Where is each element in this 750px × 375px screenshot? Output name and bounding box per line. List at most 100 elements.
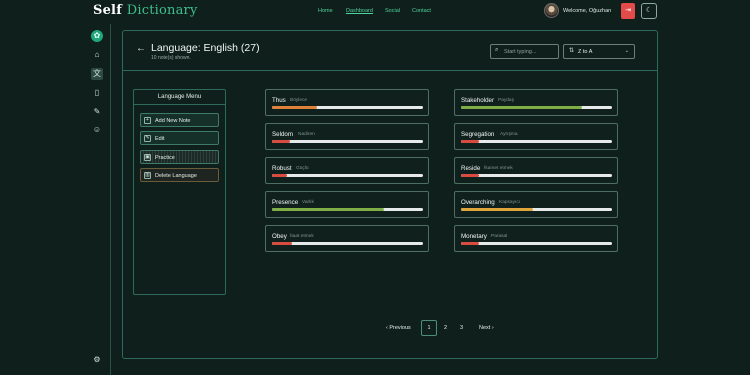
chevron-right-icon: › <box>490 325 494 331</box>
top-nav: Self Dictionary Home Dashboard Social Co… <box>0 0 750 24</box>
previous-page-button[interactable]: ‹ Previous <box>386 325 411 331</box>
language-menu: Language Menu + Add New Note ✎ Edit ▣ Pr… <box>133 89 226 295</box>
back-arrow-icon[interactable]: ← <box>136 43 146 54</box>
note-word: Reside <box>461 165 481 172</box>
search-input[interactable] <box>504 47 556 57</box>
note-card[interactable]: Segregation Ayrışma <box>454 123 618 150</box>
practice-icon: ▣ <box>144 154 151 161</box>
settings-icon[interactable]: ⚙ <box>91 354 103 366</box>
note-translation: İtaat etmek <box>290 234 314 239</box>
user-icon[interactable]: ☺ <box>91 124 103 136</box>
nav-link-home[interactable]: Home <box>318 8 333 14</box>
note-word: Seldom <box>272 131 293 138</box>
progress-track <box>461 174 612 177</box>
progress-fill <box>272 242 292 245</box>
next-label: Next <box>479 325 491 331</box>
sort-icon: ⇅ <box>569 48 575 54</box>
panel-header: ← Language: English (27) 10 note(s) show… <box>123 31 657 71</box>
progress-fill <box>461 140 480 143</box>
page-button-1[interactable]: 1 <box>421 320 437 336</box>
theme-toggle-button[interactable]: ☾ <box>641 3 657 19</box>
sort-select[interactable]: ⇅ Z to A ⌄ <box>563 44 635 59</box>
edit-button[interactable]: ✎ Edit <box>140 131 219 145</box>
note-card[interactable]: Seldom Nadiren <box>265 123 429 150</box>
progress-fill <box>461 242 480 245</box>
progress-track <box>461 140 612 143</box>
sidebar-logo-icon[interactable]: ✿ <box>91 30 103 42</box>
practice-button[interactable]: ▣ Practice <box>140 150 219 164</box>
progress-track <box>461 208 612 211</box>
note-card[interactable]: Obey İtaat etmek <box>265 225 429 252</box>
progress-fill <box>461 106 582 109</box>
delete-language-button[interactable]: ▥ Delete Language <box>140 168 219 182</box>
page-button-3[interactable]: 3 <box>460 325 463 331</box>
note-translation: Parasal <box>491 234 508 239</box>
progress-fill <box>272 106 318 109</box>
edit-label: Edit <box>155 136 165 142</box>
progress-fill <box>461 208 534 211</box>
practice-label: Practice <box>155 155 175 161</box>
nav-link-dashboard[interactable]: Dashboard <box>346 8 373 14</box>
page-title: Language: English (27) <box>151 42 260 54</box>
nav-link-social[interactable]: Social <box>385 8 400 14</box>
language-panel: ← Language: English (27) 10 note(s) show… <box>122 30 658 359</box>
chevron-down-icon: ⌄ <box>624 48 629 54</box>
moon-icon: ☾ <box>645 7 653 14</box>
book-icon[interactable]: ▯ <box>91 87 103 99</box>
trash-icon: ▥ <box>144 172 151 179</box>
progress-track <box>272 140 423 143</box>
note-card[interactable]: Reside İkamet etmek <box>454 157 618 184</box>
next-page-button[interactable]: Next › <box>479 325 494 331</box>
note-word: Thus <box>272 97 286 104</box>
brand-name-part2: Dictionary <box>126 3 198 18</box>
note-translation: Kapsayıcı <box>499 200 521 205</box>
progress-track <box>461 106 612 109</box>
translate-icon[interactable]: 文 <box>91 68 103 80</box>
add-new-note-label: Add New Note <box>155 118 191 124</box>
edit-note-icon[interactable]: ✎ <box>91 106 103 118</box>
sidebar: ✿ ⌂ 文 ▯ ✎ ☺ ⚙ <box>0 24 111 375</box>
search-icon: ⌕ <box>495 47 499 53</box>
note-card[interactable]: Overarching Kapsayıcı <box>454 191 618 218</box>
note-word: Overarching <box>461 199 495 206</box>
note-translation: Ayrışma <box>500 132 518 137</box>
note-translation: Paydaş <box>498 98 514 103</box>
progress-fill <box>461 174 480 177</box>
notes-count-text: 10 note(s) shown. <box>151 55 191 61</box>
page-button-2[interactable]: 2 <box>444 325 447 331</box>
progress-fill <box>272 208 384 211</box>
note-word: Stakeholder <box>461 97 495 104</box>
note-word: Presence <box>272 199 299 206</box>
progress-track <box>272 242 423 245</box>
progress-track <box>272 106 423 109</box>
note-card[interactable]: Robust Güçlü <box>265 157 429 184</box>
sort-value: Z to A <box>578 49 593 55</box>
previous-label: Previous <box>389 325 411 331</box>
note-card[interactable]: Stakeholder Paydaş <box>454 89 618 116</box>
add-new-note-button[interactable]: + Add New Note <box>140 113 219 127</box>
search-box[interactable]: ⌕ <box>490 44 559 59</box>
note-card[interactable]: Presence Varlık <box>265 191 429 218</box>
note-translation: Güçlü <box>296 166 309 171</box>
plus-icon: + <box>144 117 151 124</box>
note-card[interactable]: Thus Böylece <box>265 89 429 116</box>
note-word: Obey <box>272 233 287 240</box>
progress-track <box>461 242 612 245</box>
logout-button[interactable]: ⇥ <box>621 3 635 19</box>
note-word: Segregation <box>461 131 495 138</box>
nav-link-contact[interactable]: Contact <box>412 8 431 14</box>
progress-fill <box>272 174 288 177</box>
logout-icon: ⇥ <box>625 7 631 14</box>
home-icon[interactable]: ⌂ <box>91 49 103 61</box>
note-translation: Nadiren <box>298 132 315 137</box>
note-translation: Böylece <box>290 98 308 103</box>
delete-language-label: Delete Language <box>155 173 197 179</box>
pencil-icon: ✎ <box>144 135 151 142</box>
note-word: Robust <box>272 165 292 172</box>
note-translation: Varlık <box>302 200 314 205</box>
avatar[interactable] <box>544 3 559 18</box>
brand-logo[interactable]: Self Dictionary <box>93 3 198 18</box>
brand-name-part1: Self <box>93 3 122 18</box>
note-card[interactable]: Monetary Parasal <box>454 225 618 252</box>
language-menu-title: Language Menu <box>134 90 225 105</box>
